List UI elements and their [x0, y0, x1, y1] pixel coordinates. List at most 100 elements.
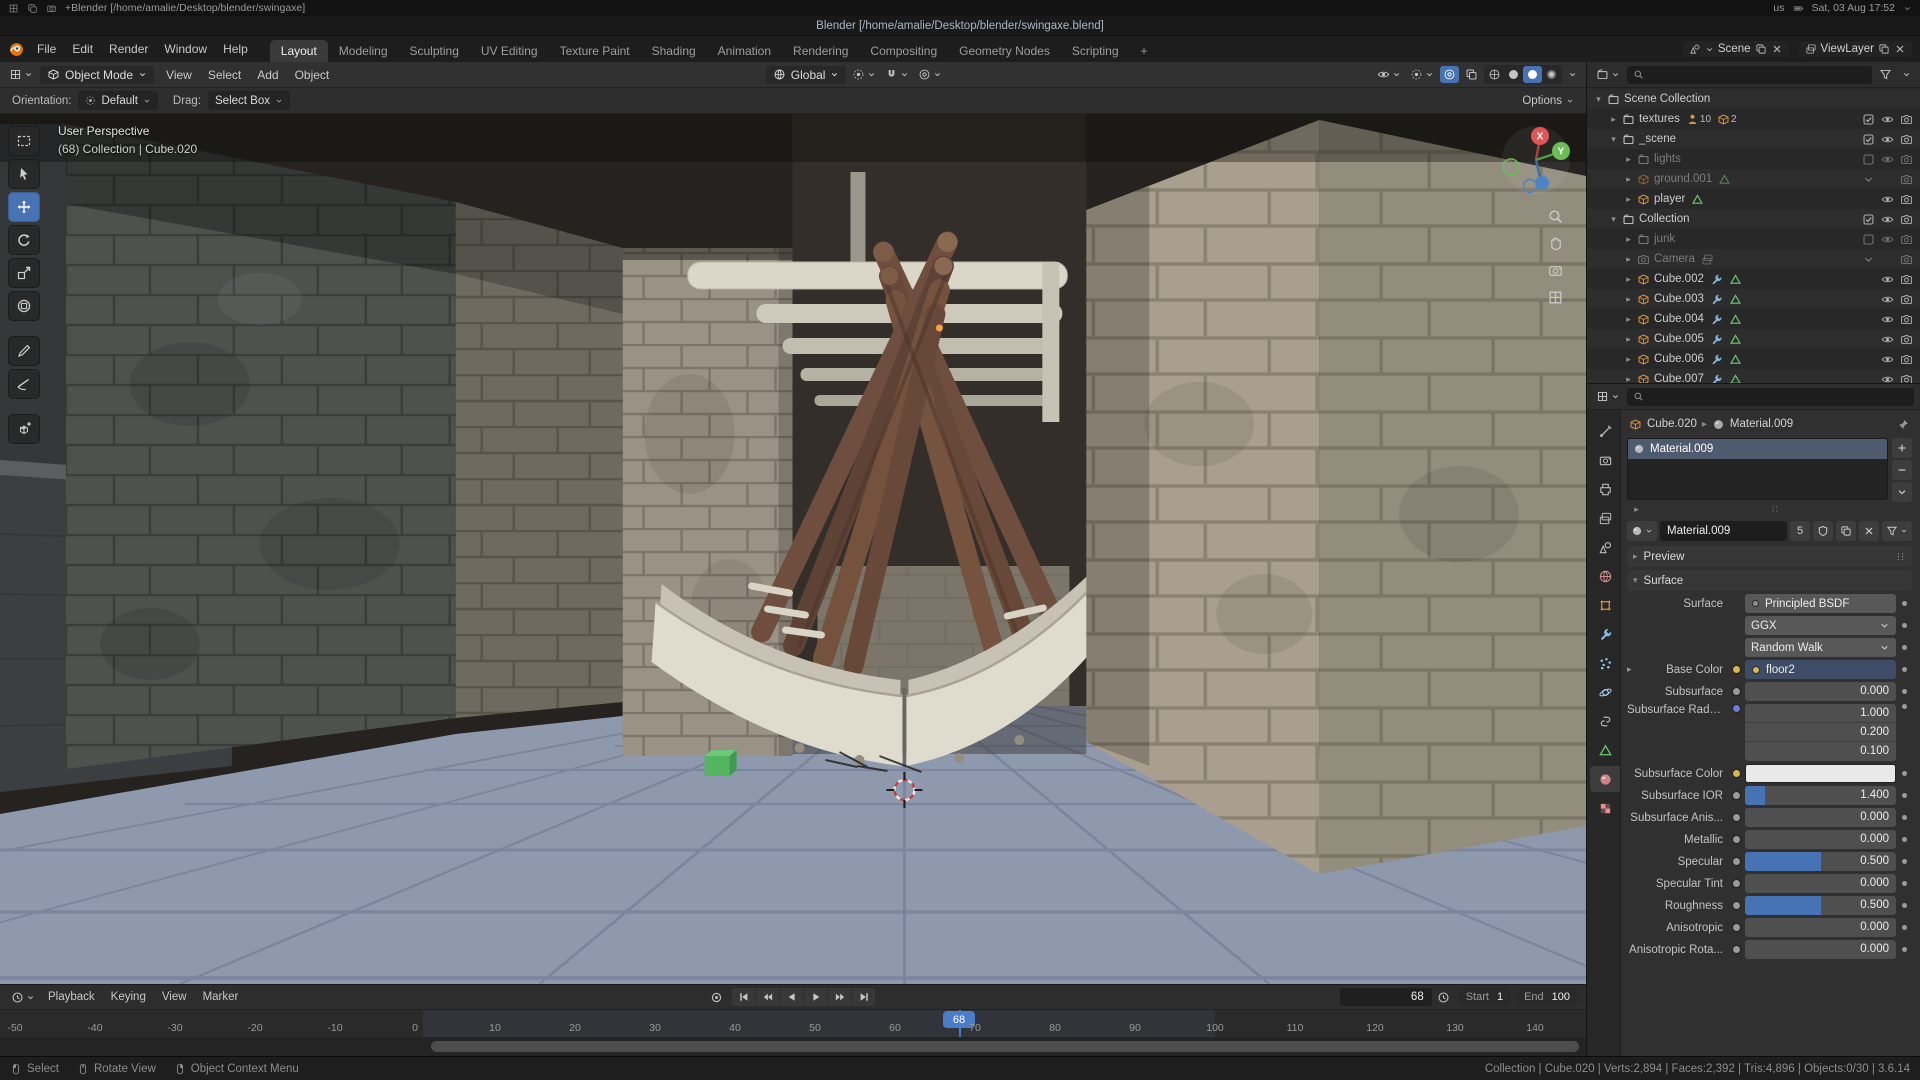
- expand-arrow[interactable]: ▸: [1608, 114, 1619, 125]
- eye-toggle[interactable]: [1878, 193, 1897, 206]
- snap-toggle[interactable]: [882, 66, 912, 83]
- anisotropic-rota-slider[interactable]: 0.000: [1745, 940, 1896, 959]
- shading-rendered[interactable]: [1542, 66, 1561, 83]
- workspace-tab-sculpting[interactable]: Sculpting: [399, 40, 470, 62]
- outliner-row-cube-003[interactable]: ▸Cube.003: [1587, 289, 1920, 309]
- socket-dot[interactable]: [1732, 857, 1741, 866]
- properties-tab-texture[interactable]: [1590, 795, 1620, 821]
- eye-toggle[interactable]: [1878, 293, 1897, 306]
- decorator-dot[interactable]: [1902, 601, 1907, 606]
- subsurface-slider[interactable]: 0.000: [1745, 682, 1896, 701]
- outliner-row-textures[interactable]: ▸textures102: [1587, 109, 1920, 129]
- drag-dropdown[interactable]: Select Box: [208, 91, 290, 110]
- new-material-button[interactable]: [1836, 521, 1856, 541]
- eye-toggle[interactable]: [1878, 333, 1897, 346]
- decorator-dot[interactable]: [1902, 771, 1907, 776]
- outliner-row-cube-006[interactable]: ▸Cube.006: [1587, 349, 1920, 369]
- workspace-tab-layout[interactable]: Layout: [270, 40, 328, 62]
- zoom-icon[interactable]: [1547, 208, 1564, 225]
- timeline-ruler[interactable]: 68 -50-40-30-20-100102030405060708090100…: [0, 1009, 1586, 1037]
- workspace-tab-modeling[interactable]: Modeling: [328, 40, 399, 62]
- uncheck-toggle[interactable]: [1859, 233, 1878, 246]
- decorator-dot[interactable]: [1902, 815, 1907, 820]
- workspace-tab-animation[interactable]: Animation: [707, 40, 782, 62]
- menu-edit[interactable]: Edit: [64, 39, 101, 59]
- subsurface-anis-slider[interactable]: 0.000: [1745, 808, 1896, 827]
- decorator-dot[interactable]: [1902, 623, 1907, 628]
- fake-user-button[interactable]: [1813, 521, 1833, 541]
- menu-window[interactable]: Window: [156, 39, 215, 59]
- specular-tint-slider[interactable]: 0.000: [1745, 874, 1896, 893]
- surface-button[interactable]: Principled BSDF: [1745, 594, 1896, 613]
- outliner-row-cube-004[interactable]: ▸Cube.004: [1587, 309, 1920, 329]
- properties-tab-tool[interactable]: [1590, 418, 1620, 444]
- expand-arrow[interactable]: ▸: [1623, 154, 1634, 165]
- timeline-scrollbar[interactable]: [0, 1037, 1586, 1056]
- expand-arrow[interactable]: ▸: [1623, 314, 1634, 325]
- specular-slider[interactable]: 0.500: [1745, 852, 1896, 871]
- outliner-row-collection[interactable]: ▾Collection: [1587, 209, 1920, 229]
- decorator-dot[interactable]: [1902, 947, 1907, 952]
- eye-toggle[interactable]: [1878, 353, 1897, 366]
- properties-tab-modifiers[interactable]: [1590, 621, 1620, 647]
- eye-toggle[interactable]: [1878, 273, 1897, 286]
- cam-toggle[interactable]: [1897, 273, 1916, 286]
- shading-dropdown[interactable]: [1565, 68, 1580, 81]
- shading-solid[interactable]: [1504, 66, 1523, 83]
- outliner-search-input[interactable]: [1648, 69, 1866, 81]
- options-dropdown[interactable]: Options: [1522, 95, 1574, 107]
- expand-arrow[interactable]: ▸: [1623, 374, 1634, 384]
- cam-toggle[interactable]: [1897, 173, 1916, 186]
- new-view-layer-icon[interactable]: [1878, 43, 1890, 55]
- collapse-arrow[interactable]: ▾: [1608, 214, 1619, 225]
- timeline-editor-type[interactable]: [8, 989, 38, 1006]
- outliner-row-player[interactable]: ▸player: [1587, 189, 1920, 209]
- cam-toggle[interactable]: [1897, 333, 1916, 346]
- pivot-point-dropdown[interactable]: [849, 66, 879, 83]
- play-button[interactable]: [804, 988, 827, 1006]
- socket-dot[interactable]: [1732, 791, 1741, 800]
- cam-toggle[interactable]: [1897, 213, 1916, 226]
- outliner-row-scene-collection[interactable]: ▾Scene Collection: [1587, 89, 1920, 109]
- mode-dropdown[interactable]: Object Mode: [40, 66, 154, 84]
- remove-view-layer-icon[interactable]: [1894, 43, 1906, 55]
- tool-rotate[interactable]: [8, 225, 40, 255]
- chev-toggle[interactable]: [1859, 253, 1878, 266]
- add-material-slot-button[interactable]: [1892, 438, 1912, 458]
- cam-toggle[interactable]: [1897, 193, 1916, 206]
- metallic-slider[interactable]: 0.000: [1745, 830, 1896, 849]
- tool-transform[interactable]: [8, 291, 40, 321]
- viewport-canvas[interactable]: [0, 114, 1586, 984]
- outliner-row-cube-007[interactable]: ▸Cube.007: [1587, 369, 1920, 383]
- roughness-slider[interactable]: 0.500: [1745, 896, 1896, 915]
- material-slot-list[interactable]: Material.009: [1627, 438, 1888, 500]
- outliner-editor-type[interactable]: [1593, 66, 1623, 83]
- remove-material-slot-button[interactable]: [1892, 460, 1912, 480]
- eye-toggle[interactable]: [1878, 233, 1897, 246]
- anisotropic-slider[interactable]: 0.000: [1745, 918, 1896, 937]
- cam-toggle[interactable]: [1897, 153, 1916, 166]
- socket-dot[interactable]: [1732, 945, 1741, 954]
- expand-arrow[interactable]: ▸: [1623, 274, 1634, 285]
- check-toggle[interactable]: [1859, 113, 1878, 126]
- menu-view[interactable]: View: [154, 988, 195, 1006]
- ggx-select[interactable]: GGX: [1745, 616, 1896, 635]
- menu-view[interactable]: View: [158, 65, 200, 85]
- surface-panel-header[interactable]: ▾ Surface: [1627, 570, 1912, 591]
- blender-logo-icon[interactable]: [8, 41, 25, 58]
- breadcrumb-material[interactable]: Material.009: [1730, 418, 1793, 430]
- breadcrumb-object[interactable]: Cube.020: [1647, 418, 1697, 430]
- decorator-dot[interactable]: [1902, 881, 1907, 886]
- expand-arrow[interactable]: ▸: [1623, 254, 1634, 265]
- cam-toggle[interactable]: [1897, 133, 1916, 146]
- browse-material-button[interactable]: [1627, 521, 1657, 541]
- next-keyframe-button[interactable]: [828, 988, 851, 1006]
- playhead[interactable]: 68: [959, 1010, 961, 1037]
- os-menu-chevron-icon[interactable]: [1903, 4, 1912, 13]
- current-frame-field[interactable]: 68: [1340, 988, 1432, 1006]
- navigation-gizmo[interactable]: X Y: [1500, 124, 1572, 196]
- ortho-grid-icon[interactable]: [1547, 289, 1564, 306]
- menu-add[interactable]: Add: [249, 65, 286, 85]
- keyboard-layout[interactable]: us: [1773, 2, 1784, 14]
- view-layer-selector[interactable]: ViewLayer: [1799, 41, 1913, 57]
